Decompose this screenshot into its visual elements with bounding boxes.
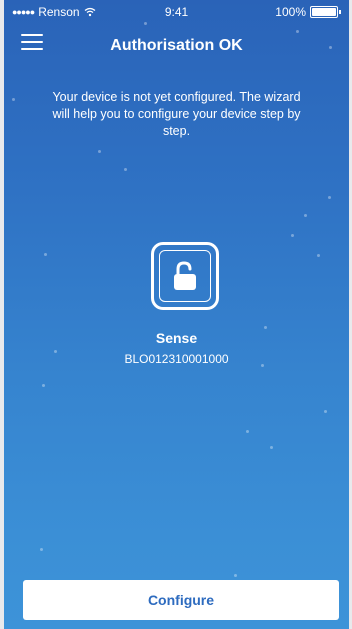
background-speck [317, 254, 320, 257]
device-name: Sense [155, 330, 198, 346]
background-speck [44, 253, 47, 256]
background-speck [304, 214, 307, 217]
background-speck [124, 168, 127, 171]
intro-text: Your device is not yet configured. The w… [52, 90, 301, 138]
status-right: 100% [275, 5, 341, 19]
nav-bar: Authorisation OK [4, 22, 349, 72]
battery-icon [310, 6, 338, 18]
page-title: Authorisation OK [110, 37, 243, 54]
background-speck [234, 574, 237, 577]
background-speck [328, 196, 331, 199]
background-speck [246, 430, 249, 433]
background-speck [98, 150, 101, 153]
background-speck [270, 446, 273, 449]
background-speck [42, 384, 45, 387]
device-serial-number: BLO012310001000 [124, 352, 229, 366]
unlocked-padlock-icon [174, 261, 196, 290]
configure-button[interactable]: Configure [23, 580, 339, 620]
background-speck [264, 326, 267, 329]
status-bar: ●●●●● Renson 9:41 100% [4, 0, 349, 22]
device-status-icon [151, 242, 219, 310]
background-speck [324, 410, 327, 413]
background-speck [12, 98, 15, 101]
background-speck [40, 548, 43, 551]
battery-percentage: 100% [275, 5, 306, 19]
app-screen: ●●●●● Renson 9:41 100% Authorisation OK … [4, 0, 349, 629]
background-speck [291, 234, 294, 237]
battery-tip [339, 10, 341, 14]
